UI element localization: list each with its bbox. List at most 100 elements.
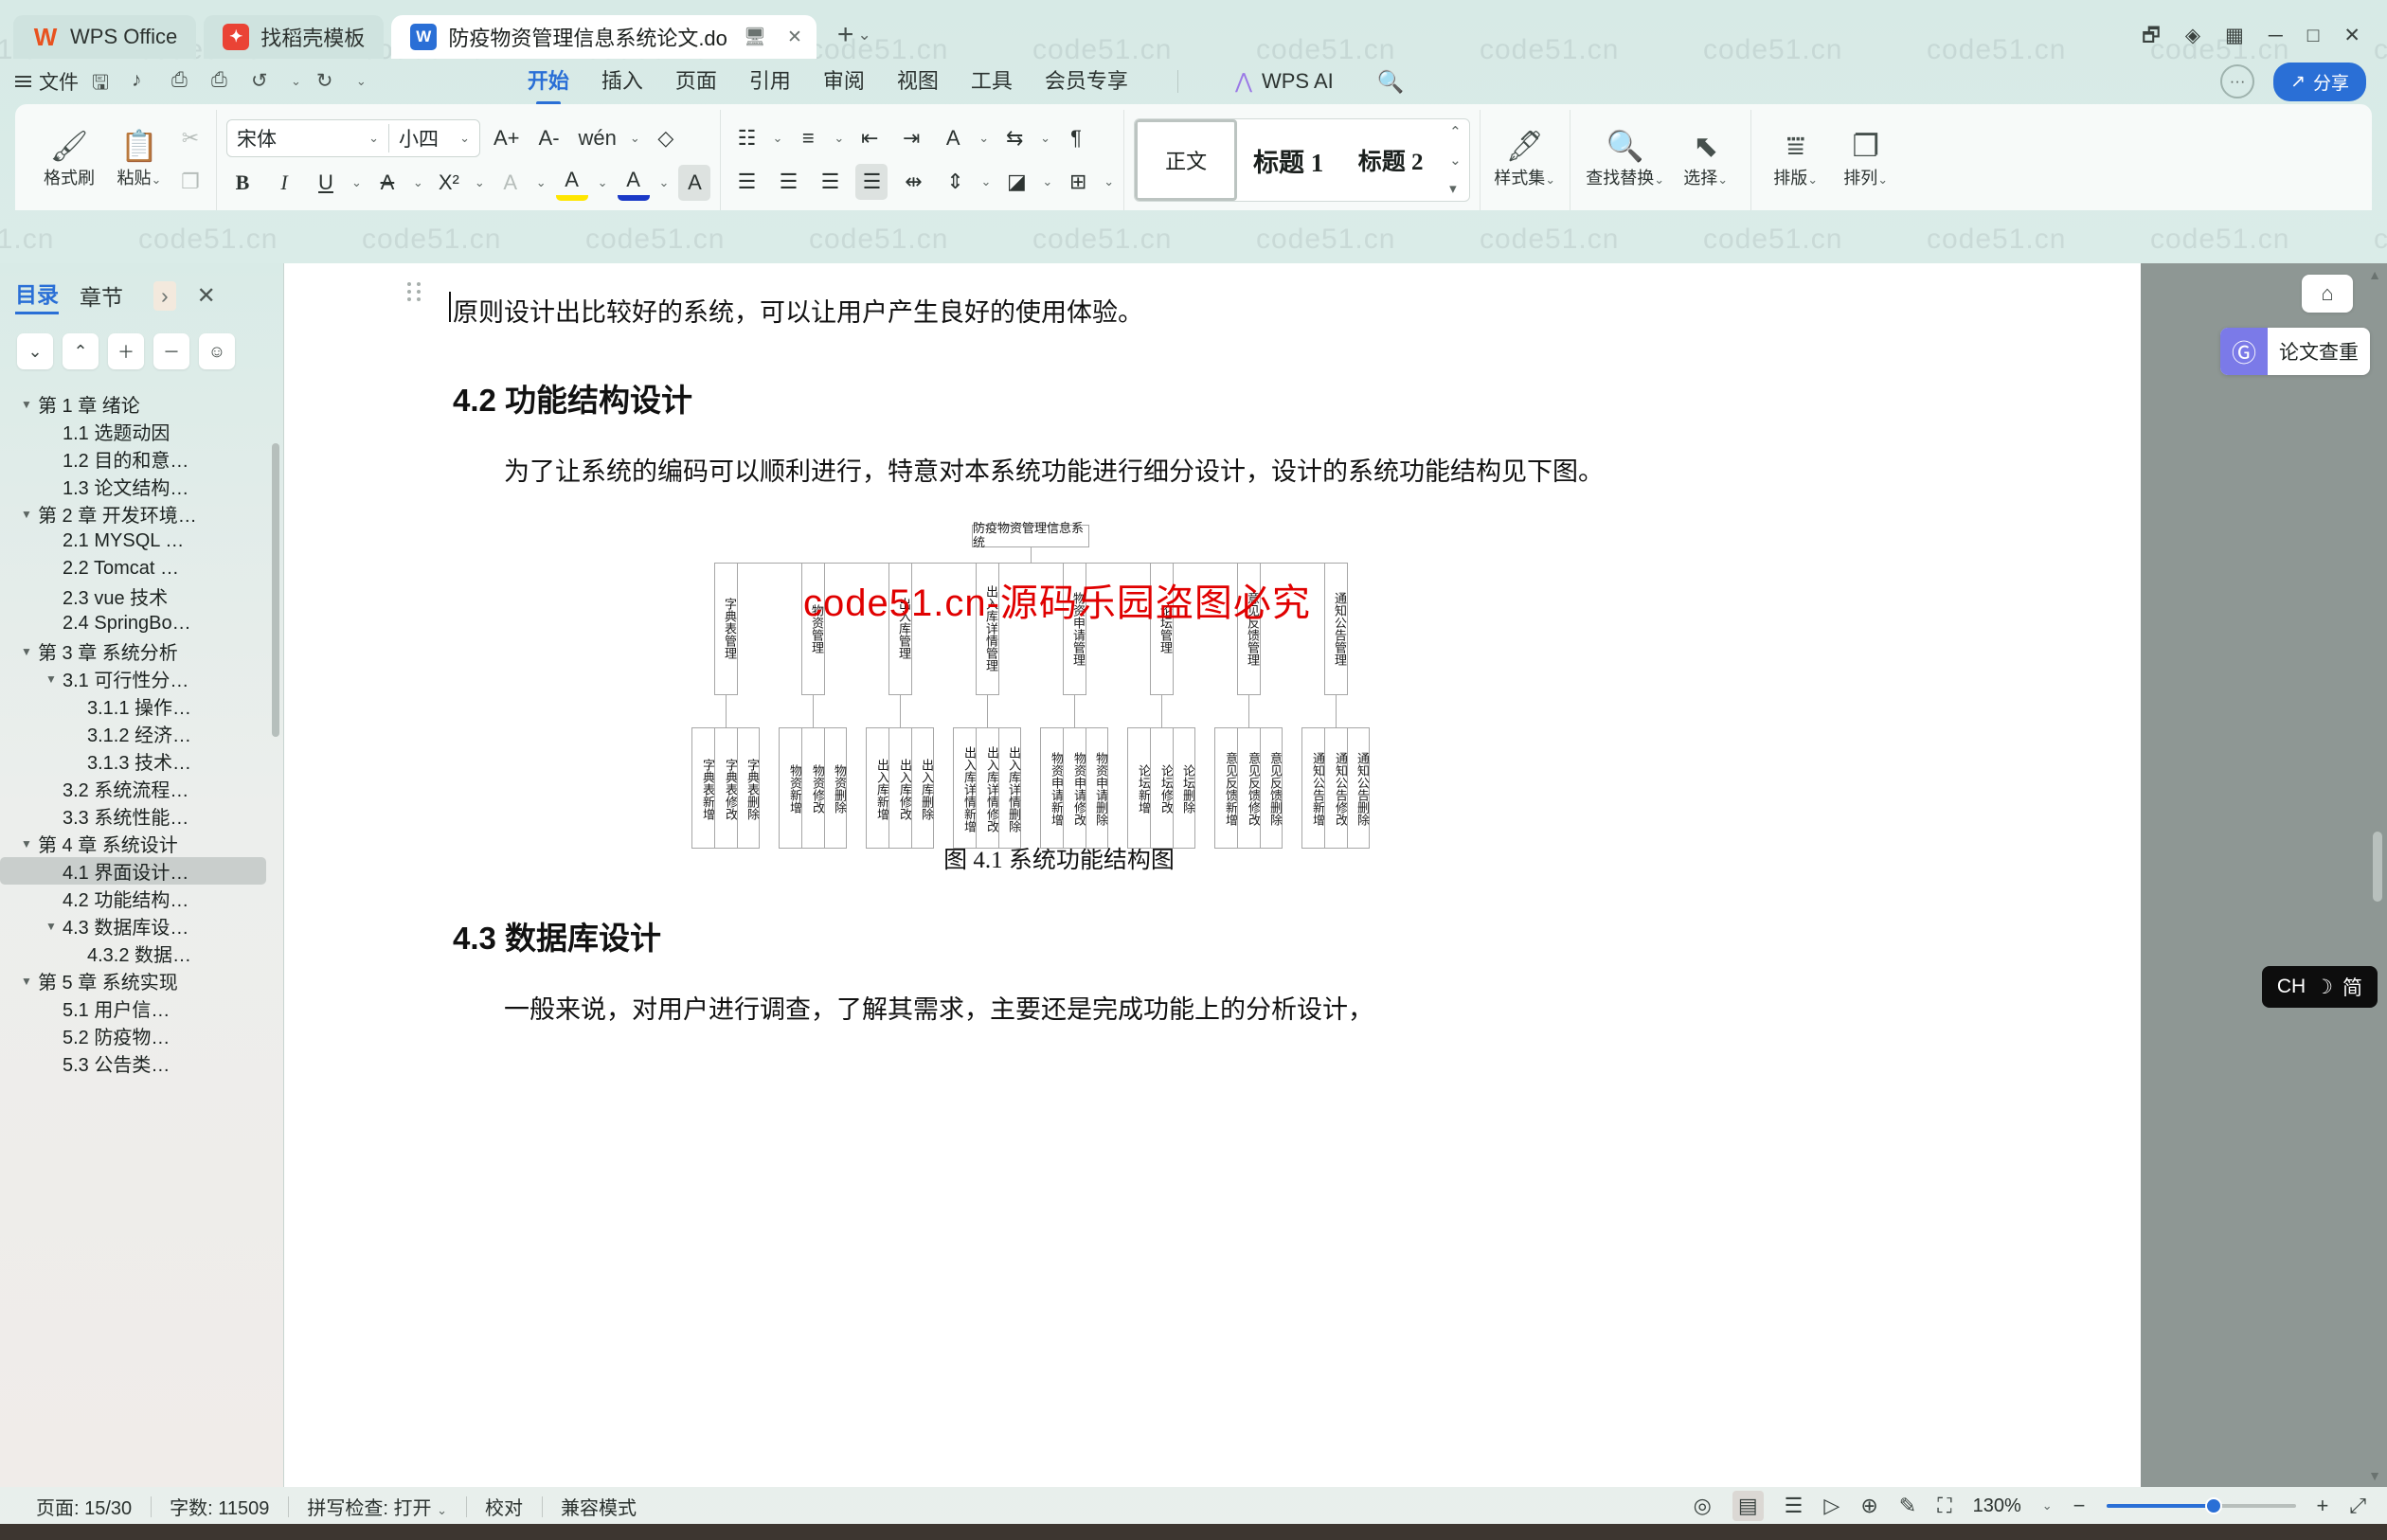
scroll-down-icon[interactable]: ⌄ xyxy=(1449,152,1462,169)
copy-icon[interactable]: ❐ xyxy=(174,164,206,200)
outline-item[interactable]: ▼ 3.1 可行性分… xyxy=(0,665,283,692)
chevron-down-icon[interactable]: ⌄ xyxy=(630,131,640,146)
outline-item[interactable]: 1.1 选题动因 xyxy=(0,418,283,445)
numbered-list-icon[interactable]: ≡ xyxy=(792,120,824,156)
twisty-icon[interactable]: ▼ xyxy=(21,398,38,411)
collapse-up-icon[interactable]: ⌃ xyxy=(63,333,99,369)
outline-tree[interactable]: ▼ 第 1 章 绪论 1.1 选题动因 1.2 目的和意… 1.3 论文结构… ▼ 第 2 … xyxy=(0,379,283,1487)
customize-chevron-icon[interactable]: ⌄ xyxy=(356,74,367,89)
heading-4-2[interactable]: 4.2 功能结构设计 xyxy=(453,375,1665,421)
align-right-icon[interactable]: ☰ xyxy=(814,164,846,200)
collapse-panel-icon[interactable]: ⌂ xyxy=(2302,275,2353,313)
bold-button[interactable]: B xyxy=(226,165,259,201)
highlight-button[interactable]: A xyxy=(555,165,588,201)
pen-icon[interactable]: ✎ xyxy=(1899,1494,1916,1518)
plus-icon[interactable]: ＋ xyxy=(108,333,144,369)
print-preview-icon[interactable]: ⎙ xyxy=(211,69,236,94)
twisty-icon[interactable]: ▼ xyxy=(21,508,38,521)
tab-wps-office[interactable]: W WPS Office xyxy=(13,15,197,59)
scroll-down-icon[interactable]: ▼ xyxy=(2368,1468,2381,1483)
compatibility-mode[interactable]: 兼容模式 xyxy=(542,1493,655,1520)
maximize-button[interactable]: □ xyxy=(2307,26,2320,45)
scroll-up-icon[interactable]: ⌃ xyxy=(1449,123,1462,140)
page-indicator[interactable]: 页面: 15/30 xyxy=(17,1493,151,1520)
chevron-down-icon[interactable]: ⌄ xyxy=(980,174,991,189)
style-set-button[interactable]: 🖋 样式集⌄ xyxy=(1490,113,1560,207)
tab-monitor-icon[interactable]: 🖥 xyxy=(743,25,767,49)
help-icon[interactable]: ··· xyxy=(2220,64,2255,98)
minus-icon[interactable]: － xyxy=(153,333,189,369)
outline-item[interactable]: 3.1.2 经济… xyxy=(0,720,283,747)
outline-item[interactable]: 2.2 Tomcat … xyxy=(0,555,283,582)
find-replace-button[interactable]: 🔍 查找替换⌄ xyxy=(1580,113,1671,207)
outline-item[interactable]: ▼ 第 2 章 开发环境… xyxy=(0,500,283,528)
ribbon-tab-review[interactable]: 审阅 xyxy=(823,64,865,98)
heading-4-3[interactable]: 4.3 数据库设计 xyxy=(453,913,1665,958)
distribute-icon[interactable]: ⇹ xyxy=(897,164,929,200)
ribbon-tab-home[interactable]: 开始 xyxy=(528,64,569,98)
font-family-select[interactable]: 宋体 ⌄ xyxy=(227,124,388,152)
play-icon[interactable]: ▷ xyxy=(1823,1494,1840,1518)
word-count[interactable]: 字数: 11509 xyxy=(151,1493,288,1520)
new-tab-button[interactable]: + ⌄ xyxy=(824,19,881,59)
select-button[interactable]: ⬉ 选择⌄ xyxy=(1671,113,1741,207)
italic-button[interactable]: I xyxy=(268,165,300,201)
redo-icon[interactable]: ↻ xyxy=(316,69,341,94)
format-brush-button[interactable]: 🖌 格式刷 xyxy=(34,113,104,207)
twisty-icon[interactable]: ▼ xyxy=(45,920,63,933)
shrink-font-button[interactable]: A- xyxy=(533,120,565,156)
style-normal[interactable]: 正文 xyxy=(1135,119,1238,201)
style-heading-2[interactable]: 标题 2 xyxy=(1339,119,1442,201)
paper-check-card[interactable]: Ⓖ 论文查重 xyxy=(2220,328,2370,375)
ribbon-tab-view[interactable]: 视图 xyxy=(897,64,939,98)
sidebar-tab-contents[interactable]: 目录 xyxy=(15,277,59,314)
outline-item[interactable]: ▼ 第 5 章 系统实现 xyxy=(0,967,283,994)
paragraph-4-3[interactable]: 一般来说，对用户进行调查，了解其需求，主要还是完成功能上的分析设计， xyxy=(453,987,1665,1034)
shading-icon[interactable]: ◪ xyxy=(1000,164,1032,200)
borders-icon[interactable]: ⊞ xyxy=(1062,164,1094,200)
wps-ai-button[interactable]: ⋀ WPS AI xyxy=(1235,69,1334,94)
outline-item[interactable]: 5.2 防疫物… xyxy=(0,1022,283,1049)
twisty-icon[interactable]: ▼ xyxy=(45,672,63,686)
outline-item[interactable]: ▼ 第 4 章 系统设计 xyxy=(0,830,283,857)
sidebar-scrollbar[interactable] xyxy=(272,443,279,737)
outline-item[interactable]: 1.2 目的和意… xyxy=(0,445,283,473)
chevron-down-icon[interactable]: ⌄ xyxy=(659,175,670,190)
ad-icon[interactable]: ▦ xyxy=(2225,26,2244,45)
chevron-down-icon[interactable]: ⌄ xyxy=(598,175,608,190)
outline-view-icon[interactable]: ☰ xyxy=(1785,1494,1804,1518)
cloud-icon[interactable]: ◈ xyxy=(2185,26,2200,45)
chevron-down-icon[interactable]: ⌄ xyxy=(413,175,423,190)
style-more-icon[interactable]: ▾ xyxy=(1449,180,1462,197)
zoom-slider[interactable] xyxy=(2106,1497,2296,1514)
align-left-icon[interactable]: ☰ xyxy=(730,164,763,200)
style-heading-1[interactable]: 标题 1 xyxy=(1237,119,1339,201)
font-color-button[interactable]: A xyxy=(617,165,650,201)
save-icon[interactable]: 🖫 xyxy=(92,69,117,94)
cloud-save-icon[interactable]: ♪ xyxy=(132,69,156,94)
document-content[interactable]: 原则设计出比较好的系统，可以让用户产生良好的使用体验。 4.2 功能结构设计 为… xyxy=(449,263,1665,1034)
decrease-indent-icon[interactable]: ⇤ xyxy=(853,120,886,156)
zoom-level[interactable]: 130% xyxy=(1973,1495,2021,1517)
outline-item[interactable]: 4.1 界面设计… xyxy=(0,857,266,885)
close-icon[interactable]: ✕ xyxy=(197,282,216,310)
scissors-icon[interactable]: ✂ xyxy=(174,120,206,156)
outline-item[interactable]: 2.4 SpringBo… xyxy=(0,610,283,637)
outline-item[interactable]: 3.1.3 技术… xyxy=(0,747,283,775)
print-icon[interactable]: ⎙ xyxy=(171,69,196,94)
search-icon[interactable]: 🔍 xyxy=(1377,69,1405,95)
outline-item[interactable]: 4.3.2 数据… xyxy=(0,940,283,967)
tab-document[interactable]: W 防疫物资管理信息系统论文.do 🖥 ✕ xyxy=(391,15,817,59)
pinyin-guide-button[interactable]: wén xyxy=(575,120,620,156)
chevron-right-icon[interactable]: › xyxy=(153,280,176,311)
chevron-down-icon[interactable]: ⌄ xyxy=(857,26,870,45)
ribbon-tab-member[interactable]: 会员专享 xyxy=(1045,64,1128,98)
tab-close-icon[interactable]: ✕ xyxy=(782,25,807,49)
paragraph-4-2[interactable]: 为了让系统的编码可以顺利进行，特意对本系统功能进行细分设计，设计的系统功能结构见… xyxy=(453,449,1665,496)
chevron-down-icon[interactable]: ⌄ xyxy=(1040,131,1050,146)
share-button[interactable]: ↗ 分享 xyxy=(2273,62,2366,101)
paragraph-drag-handle[interactable] xyxy=(407,280,422,303)
document-canvas[interactable]: 原则设计出比较好的系统，可以让用户产生良好的使用体验。 4.2 功能结构设计 为… xyxy=(284,263,2387,1487)
expand-icon[interactable]: ⤢ xyxy=(2349,1494,2366,1518)
minimize-button[interactable]: ─ xyxy=(2269,26,2283,45)
